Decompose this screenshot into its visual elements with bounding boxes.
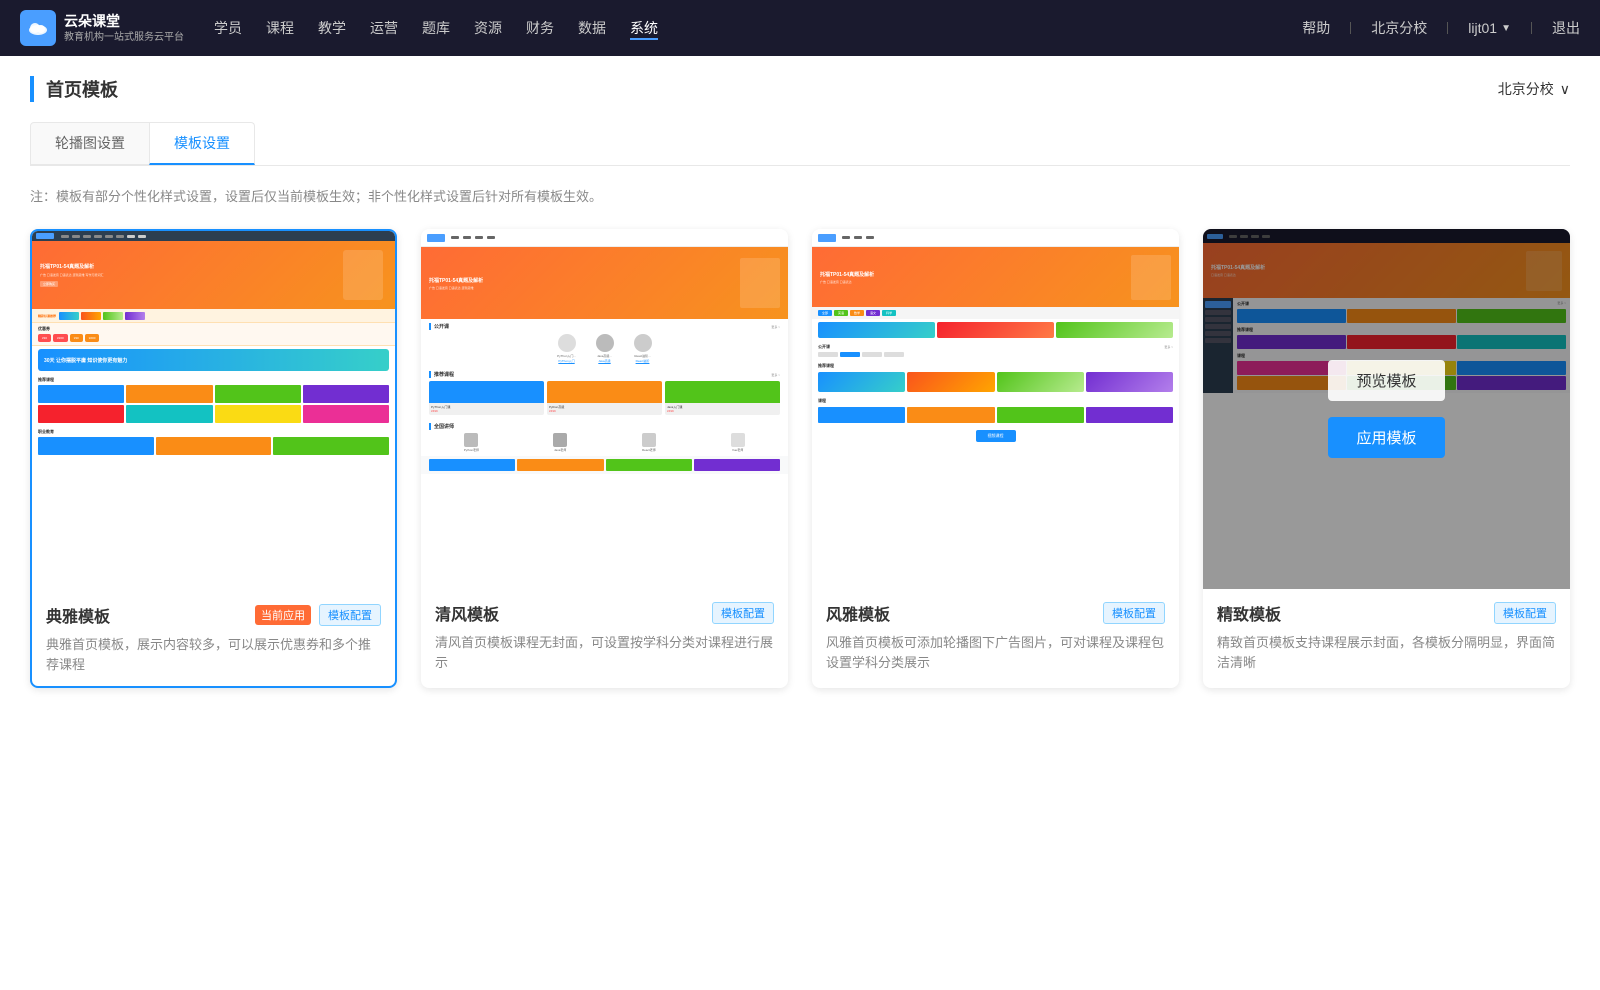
tab-carousel[interactable]: 轮播图设置 <box>30 122 150 165</box>
badge-config-2[interactable]: 模板配置 <box>712 602 774 624</box>
template-preview-4[interactable]: 托福TP01-54真题及解析 口语发音 口语表达 <box>1203 229 1570 589</box>
template-badges-2: 模板配置 <box>712 602 774 624</box>
apply-template-button[interactable]: 应用模板 <box>1328 417 1444 458</box>
logo-main: 云朵课堂 <box>64 12 184 30</box>
template-desc-1: 典雅首页模板，展示内容较多，可以展示优惠券和多个推荐课程 <box>46 635 381 674</box>
template-badges-1: 当前应用 模板配置 <box>255 604 381 626</box>
divider-3 <box>1531 22 1532 34</box>
template-name-3: 风雅模板 <box>826 601 890 625</box>
template-title-row-4: 精致模板 模板配置 <box>1217 601 1556 625</box>
template-info-3: 风雅模板 模板配置 风雅首页模板可添加轮播图下广告图片，可对课程及课程包设置学科… <box>812 589 1179 684</box>
badge-current-1: 当前应用 <box>255 605 311 625</box>
header-left: 云朵课堂 教育机构一站式服务云平台 学员 课程 教学 运营 题库 资源 财务 数… <box>20 10 658 46</box>
nav-item-ziyuan[interactable]: 资源 <box>474 18 502 38</box>
cloud-logo-icon <box>27 17 49 39</box>
nav-item-xitong[interactable]: 系统 <box>630 18 658 38</box>
nav-item-shuju[interactable]: 数据 <box>578 18 606 38</box>
template-card-4: 托福TP01-54真题及解析 口语发音 口语表达 <box>1203 229 1570 688</box>
header-right: 帮助 北京分校 lijt01 ▼ 退出 <box>1302 18 1580 38</box>
template-title-row-3: 风雅模板 模板配置 <box>826 601 1165 625</box>
nav-item-yunyun[interactable]: 运营 <box>370 18 398 38</box>
nav-item-tiku[interactable]: 题库 <box>422 18 450 38</box>
template-name-4: 精致模板 <box>1217 601 1281 625</box>
main-nav: 学员 课程 教学 运营 题库 资源 财务 数据 系统 <box>214 18 658 38</box>
template-badges-4: 模板配置 <box>1494 602 1556 624</box>
nav-item-caiwu[interactable]: 财务 <box>526 18 554 38</box>
user-dropdown[interactable]: lijt01 ▼ <box>1468 20 1511 36</box>
nav-item-jiaoxue[interactable]: 教学 <box>318 18 346 38</box>
template-desc-4: 精致首页模板支持课程展示封面，各模板分隔明显，界面简洁清晰 <box>1217 633 1556 672</box>
page-header: 首页模板 北京分校 ∨ <box>30 76 1570 102</box>
template-card-3: 托福TP01-54真题及解析 广告 口语发音 口语表达 全部 英语 数学 语文 … <box>812 229 1179 688</box>
tabs-container: 轮播图设置 模板设置 <box>30 122 1570 166</box>
school-name: 北京分校 <box>1498 79 1554 99</box>
badge-config-1[interactable]: 模板配置 <box>319 604 381 626</box>
tab-template[interactable]: 模板设置 <box>149 122 255 165</box>
divider-1 <box>1350 22 1351 34</box>
template-overlay-4: 预览模板 应用模板 <box>1203 229 1570 589</box>
template-title-row-1: 典雅模板 当前应用 模板配置 <box>46 603 381 627</box>
template-name-2: 清风模板 <box>435 601 499 625</box>
template-preview-1[interactable]: 托福TP01-54真题及解析 广告 口语发音 口语表达·逻辑思维 写作万能词汇 … <box>32 231 395 591</box>
template-preview-3[interactable]: 托福TP01-54真题及解析 广告 口语发音 口语表达 全部 英语 数学 语文 … <box>812 229 1179 589</box>
template-minisite-2: 托福TP01-54真题及解析 广告 口语发音 口语表达·逻辑思维 公开课 更多 … <box>421 229 788 589</box>
notice-text: 注：模板有部分个性化样式设置，设置后仅当前模板生效；非个性化样式设置后针对所有模… <box>30 186 1570 205</box>
user-chevron-icon: ▼ <box>1501 23 1511 34</box>
template-card-1: 托福TP01-54真题及解析 广告 口语发音 口语表达·逻辑思维 写作万能词汇 … <box>30 229 397 688</box>
preview-template-button[interactable]: 预览模板 <box>1328 360 1444 401</box>
logo-sub: 教育机构一站式服务云平台 <box>64 31 184 44</box>
help-link[interactable]: 帮助 <box>1302 18 1330 38</box>
template-card-2: 托福TP01-54真题及解析 广告 口语发音 口语表达·逻辑思维 公开课 更多 … <box>421 229 788 688</box>
header: 云朵课堂 教育机构一站式服务云平台 学员 课程 教学 运营 题库 资源 财务 数… <box>0 0 1600 56</box>
template-minisite-1: 托福TP01-54真题及解析 广告 口语发音 口语表达·逻辑思维 写作万能词汇 … <box>32 231 395 591</box>
template-desc-2: 清风首页模板课程无封面，可设置按学科分类对课程进行展示 <box>435 633 774 672</box>
nav-menu: 学员 课程 教学 运营 题库 资源 财务 数据 系统 <box>214 18 658 38</box>
templates-grid: 托福TP01-54真题及解析 广告 口语发音 口语表达·逻辑思维 写作万能词汇 … <box>30 229 1570 708</box>
template-info-4: 精致模板 模板配置 精致首页模板支持课程展示封面，各模板分隔明显，界面简洁清晰 <box>1203 589 1570 684</box>
template-preview-2[interactable]: 托福TP01-54真题及解析 广告 口语发音 口语表达·逻辑思维 公开课 更多 … <box>421 229 788 589</box>
nav-item-kecheng[interactable]: 课程 <box>266 18 294 38</box>
template-badges-3: 模板配置 <box>1103 602 1165 624</box>
template-desc-3: 风雅首页模板可添加轮播图下广告图片，可对课程及课程包设置学科分类展示 <box>826 633 1165 672</box>
page-title: 首页模板 <box>30 76 118 102</box>
nav-item-xueyuan[interactable]: 学员 <box>214 18 242 38</box>
username: lijt01 <box>1468 20 1497 36</box>
badge-config-3[interactable]: 模板配置 <box>1103 602 1165 624</box>
divider-2 <box>1447 22 1448 34</box>
school-chevron-icon: ∨ <box>1560 81 1570 98</box>
logo-area: 云朵课堂 教育机构一站式服务云平台 <box>20 10 184 46</box>
school-selector[interactable]: 北京分校 ∨ <box>1498 79 1570 99</box>
template-info-2: 清风模板 模板配置 清风首页模板课程无封面，可设置按学科分类对课程进行展示 <box>421 589 788 684</box>
template-name-1: 典雅模板 <box>46 603 110 627</box>
logout-link[interactable]: 退出 <box>1552 18 1580 38</box>
template-title-row-2: 清风模板 模板配置 <box>435 601 774 625</box>
badge-config-4[interactable]: 模板配置 <box>1494 602 1556 624</box>
logo-text: 云朵课堂 教育机构一站式服务云平台 <box>64 12 184 43</box>
template-minisite-3: 托福TP01-54真题及解析 广告 口语发音 口语表达 全部 英语 数学 语文 … <box>812 229 1179 589</box>
school-link[interactable]: 北京分校 <box>1371 18 1427 38</box>
main-content: 首页模板 北京分校 ∨ 轮播图设置 模板设置 注：模板有部分个性化样式设置，设置… <box>0 56 1600 990</box>
logo-icon <box>20 10 56 46</box>
template-info-1: 典雅模板 当前应用 模板配置 典雅首页模板，展示内容较多，可以展示优惠券和多个推… <box>32 591 395 686</box>
